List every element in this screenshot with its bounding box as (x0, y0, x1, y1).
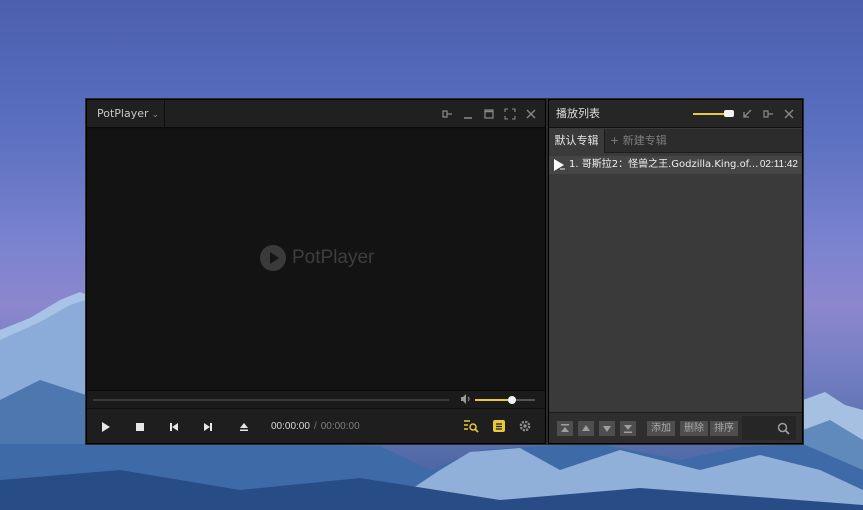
opacity-slider-knob[interactable] (724, 110, 734, 117)
add-button[interactable]: 添加 (647, 421, 675, 436)
time-current: 00:00:00 (271, 421, 310, 432)
volume-knob[interactable] (508, 396, 517, 404)
move-bottom-button[interactable] (620, 421, 636, 436)
move-bottom-icon (624, 425, 632, 433)
playlist-toggle-icon (493, 420, 505, 432)
logo-text: PotPlayer (292, 247, 375, 268)
move-top-icon (561, 424, 569, 432)
seek-bar[interactable] (93, 399, 449, 401)
play-icon (102, 421, 110, 432)
time-total: 00:00:00 (320, 421, 360, 432)
playlist-search-button[interactable] (463, 418, 479, 434)
eject-button[interactable] (227, 409, 261, 444)
time-separator: / (313, 421, 317, 432)
pin-icon[interactable] (440, 108, 453, 121)
volume-icon[interactable] (460, 393, 472, 408)
move-down-icon (603, 426, 611, 432)
next-button[interactable] (191, 409, 225, 444)
stop-button[interactable] (123, 409, 157, 444)
playlist-search-icon (464, 420, 479, 433)
settings-button[interactable] (517, 418, 533, 434)
potplayer-logo-icon (260, 245, 286, 271)
now-playing-dot (560, 168, 565, 170)
move-top-button[interactable] (557, 421, 573, 436)
seek-bar-row (87, 390, 545, 408)
previous-icon (170, 422, 178, 431)
next-icon (204, 422, 212, 431)
move-up-icon (582, 425, 590, 431)
tab-default-album[interactable]: 默认专辑 (549, 129, 605, 153)
time-display: 00:00:00/00:00:00 (271, 409, 360, 444)
potplayer-logo: PotPlayer (260, 245, 374, 271)
minimize-icon[interactable] (461, 108, 474, 121)
close-icon[interactable] (783, 108, 795, 120)
eject-icon (240, 422, 248, 431)
player-window: PotPlayer ⌄ PotPlayer 00:00:00 / 00:00:0… (86, 99, 546, 444)
fullscreen-icon[interactable] (503, 108, 516, 121)
playlist-toolbar: 添加 删除 排序 (549, 412, 802, 443)
volume-fill (475, 399, 513, 401)
close-icon[interactable] (524, 108, 537, 121)
playlist-window: 播放列表 默认专辑 + 新建专辑 1. 哥斯拉2：怪兽之王.Godzilla.K… (548, 99, 803, 444)
chevron-down-icon: ⌄ (151, 110, 160, 120)
list-item-duration: 02:11:42 (759, 159, 798, 170)
playlist-tabs: 默认专辑 + 新建专辑 (549, 129, 802, 153)
playlist-title: 播放列表 (556, 107, 600, 120)
maximize-icon[interactable] (482, 108, 495, 121)
move-up-button[interactable] (578, 421, 594, 436)
tab-new-album[interactable]: + 新建专辑 (610, 129, 667, 153)
settings-icon (519, 420, 531, 432)
delete-button[interactable]: 删除 (680, 421, 708, 436)
move-down-button[interactable] (599, 421, 615, 436)
pin-icon[interactable] (762, 108, 774, 120)
app-menu-button[interactable]: PotPlayer ⌄ (87, 100, 165, 128)
list-item-name: 1. 哥斯拉2：怪兽之王.Godzilla.King.of.the.Monste… (569, 159, 759, 170)
video-area[interactable]: PotPlayer (87, 129, 545, 389)
playlist-toggle-button[interactable] (491, 418, 507, 434)
player-toolbar: 00:00:00/00:00:00 (87, 408, 545, 443)
dock-icon[interactable] (741, 108, 753, 120)
playlist-search-field[interactable] (742, 416, 796, 440)
play-button[interactable] (89, 409, 123, 444)
previous-button[interactable] (157, 409, 191, 444)
playlist-list[interactable]: 1. 哥斯拉2：怪兽之王.Godzilla.King.of.the.Monste… (549, 154, 802, 412)
volume-slider[interactable] (475, 396, 535, 404)
app-menu-label: PotPlayer (97, 107, 149, 120)
list-item[interactable]: 1. 哥斯拉2：怪兽之王.Godzilla.King.of.the.Monste… (549, 156, 802, 174)
stop-icon (136, 422, 144, 431)
sort-button[interactable]: 排序 (710, 421, 738, 436)
search-icon (777, 422, 790, 435)
player-title-bar[interactable]: PotPlayer ⌄ (87, 100, 545, 128)
playlist-title-bar[interactable]: 播放列表 (549, 100, 802, 128)
